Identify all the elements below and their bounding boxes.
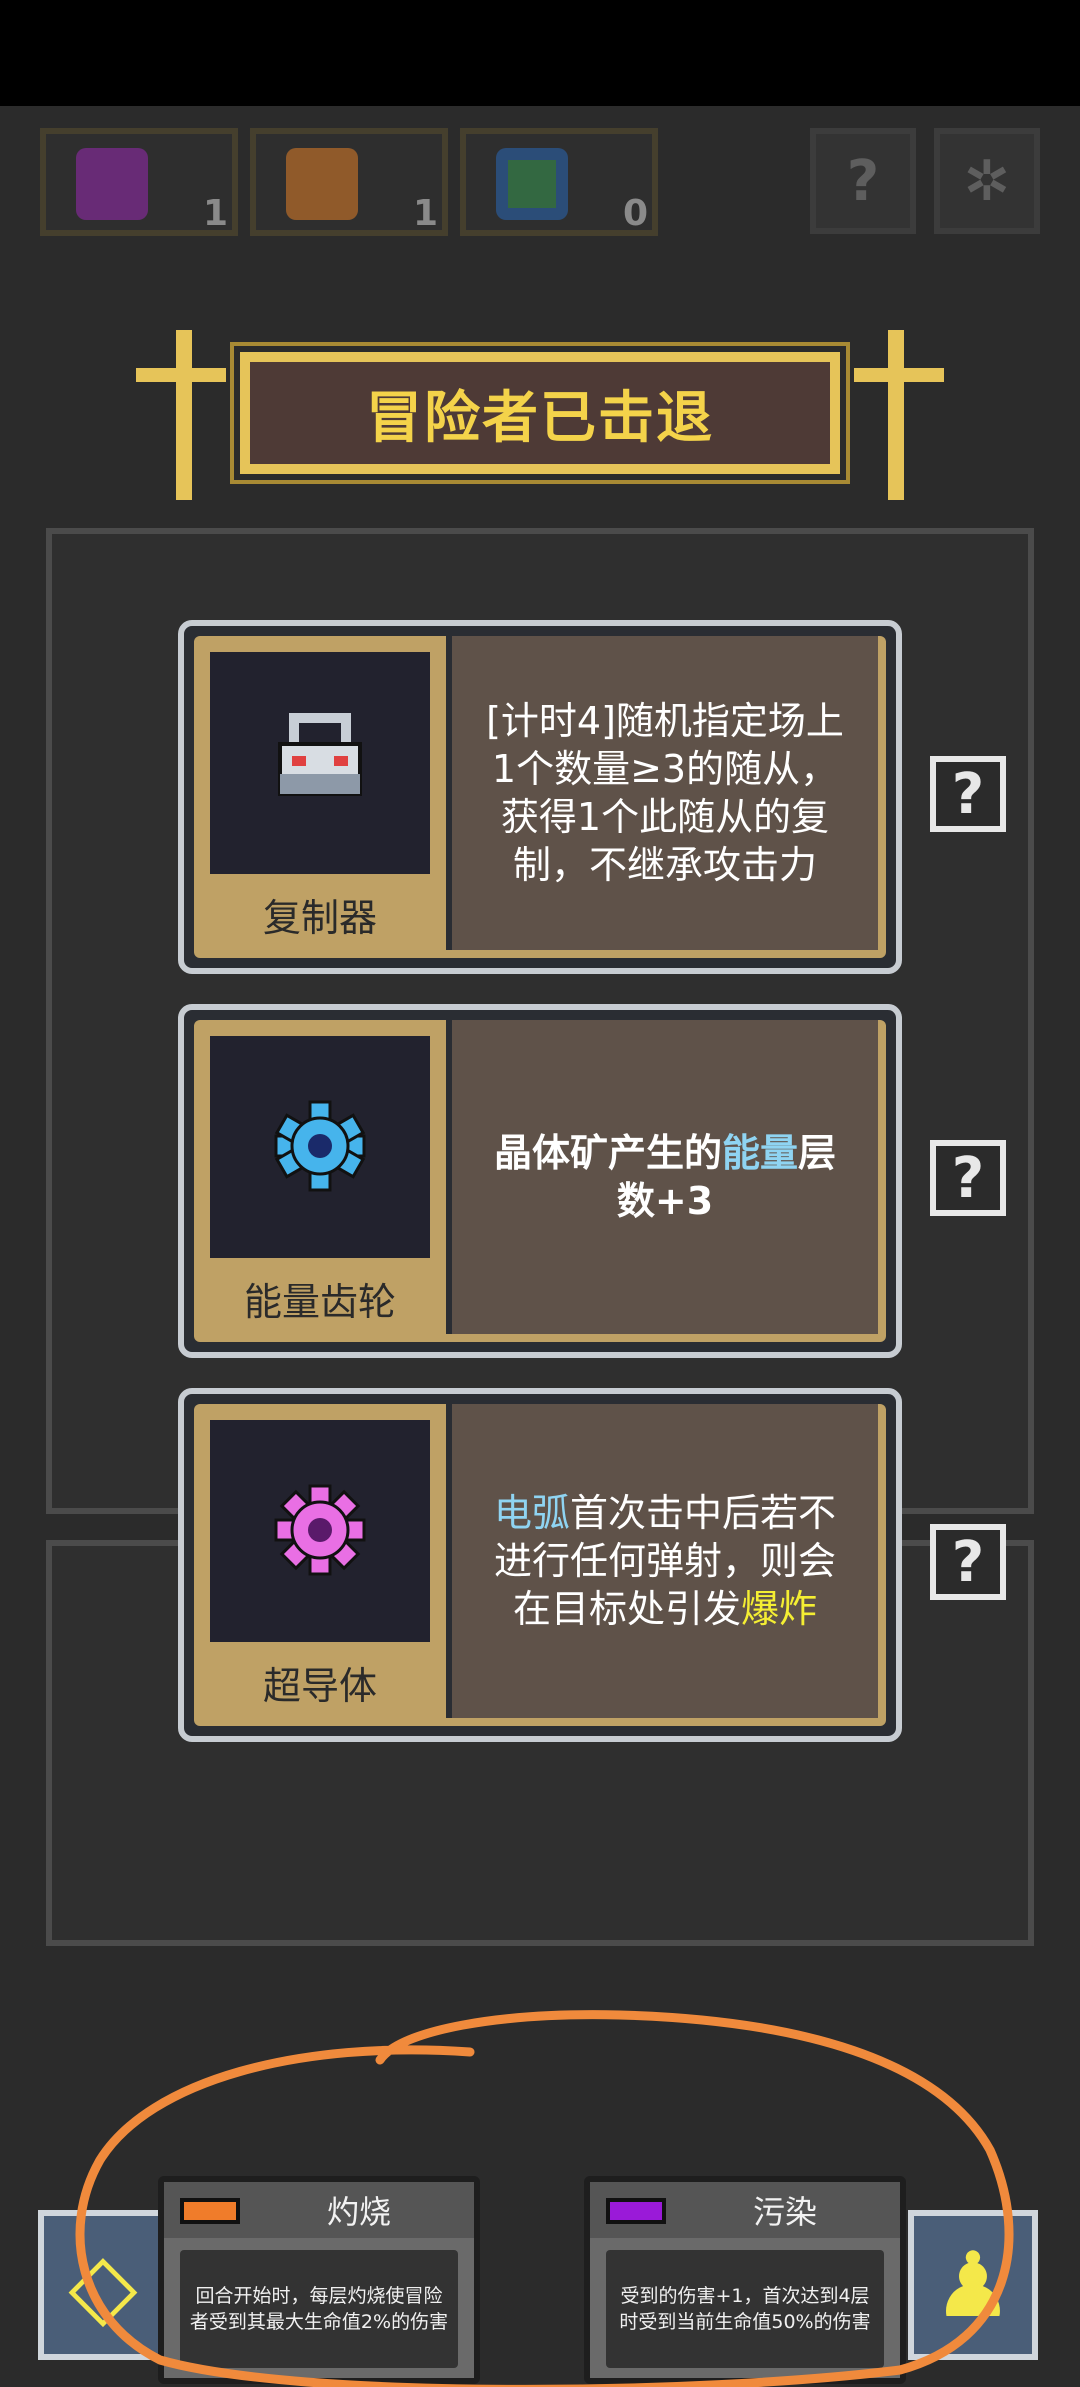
settings-button[interactable]: ✲ [934, 128, 1040, 234]
card-description: [计时4]随机指定场上1个数量≥3的随从，获得1个此随从的复制，不继承攻击力 [446, 636, 878, 950]
card-image [210, 1420, 430, 1642]
banner-post-left [176, 330, 192, 500]
blue-gear-icon [274, 1100, 366, 1192]
card-image [210, 652, 430, 874]
status-tooltip-pollution: 污染 受到的伤害+1，首次达到4层时受到当前生命值50%的伤害 [584, 2176, 906, 2384]
status-color-swatch [606, 2198, 666, 2224]
desc-text: 电弧首次击中后若不进行任何弹射，则会在目标处引发爆炸 [476, 1489, 854, 1633]
card-image [210, 1036, 430, 1258]
help-icon: ? [951, 1145, 985, 1211]
purple-skull-icon [76, 148, 148, 220]
resource-count: 1 [202, 193, 228, 234]
desc-segment: 晶体矿产生的 [493, 1131, 722, 1175]
card-name: 超导体 [262, 1663, 377, 1708]
help-icon: ? [951, 761, 985, 827]
card-description: 晶体矿产生的能量层数+3 [446, 1020, 878, 1334]
status-bar [0, 0, 1080, 106]
desc-keyword-arc: 电弧 [493, 1491, 570, 1535]
desc-text: 晶体矿产生的能量层数+3 [476, 1129, 854, 1225]
info-button-3[interactable]: ? [930, 1524, 1006, 1600]
help-icon: ? [951, 1529, 985, 1595]
status-color-swatch [180, 2198, 240, 2224]
green-ring-icon [496, 148, 568, 220]
banner-arm-right [854, 368, 944, 382]
desc-keyword-explosion: 爆炸 [741, 1587, 818, 1631]
resource-slot-ring[interactable]: 0 [460, 128, 658, 236]
title-banner: 冒险者已击退 [240, 352, 840, 474]
tooltip-title: 灼烧 [326, 2193, 391, 2231]
card-name: 能量齿轮 [243, 1279, 396, 1324]
status-tooltip-burn: 灼烧 回合开始时，每层灼烧使冒险者受到其最大生命值2%的伤害 [158, 2176, 480, 2384]
info-button-2[interactable]: ? [930, 1140, 1006, 1216]
resource-slot-curse[interactable]: 1 [40, 128, 238, 236]
fire-icon [286, 148, 358, 220]
banner-title: 冒险者已击退 [366, 385, 714, 451]
card-description: 电弧首次击中后若不进行任何弹射，则会在目标处引发爆炸 [446, 1404, 878, 1718]
pink-gear-icon [274, 1484, 366, 1576]
left-action-button[interactable]: ◇ [38, 2210, 168, 2360]
reward-card-duplicator[interactable]: 复制器 [计时4]随机指定场上1个数量≥3的随从，获得1个此随从的复制，不继承攻… [178, 620, 902, 974]
duplicator-icon [278, 713, 362, 796]
tag-icon: ◇ [68, 2232, 138, 2338]
resource-count: 0 [622, 193, 648, 234]
tooltip-body: 受到的伤害+1，首次达到4层时受到当前生命值50%的伤害 [606, 2250, 884, 2368]
tooltip-body: 回合开始时，每层灼烧使冒险者受到其最大生命值2%的伤害 [180, 2250, 458, 2368]
desc-text: [计时4]随机指定场上1个数量≥3的随从，获得1个此随从的复制，不继承攻击力 [486, 699, 844, 887]
help-button[interactable]: ? [810, 128, 916, 234]
desc-keyword-energy: 能量 [721, 1131, 798, 1175]
reward-card-energy-gear[interactable]: 能量齿轮 晶体矿产生的能量层数+3 [178, 1004, 902, 1358]
figure-icon: ♟ [932, 2232, 1014, 2338]
reward-card-superconductor[interactable]: 超导体 电弧首次击中后若不进行任何弹射，则会在目标处引发爆炸 [178, 1388, 902, 1742]
info-button-1[interactable]: ? [930, 756, 1006, 832]
resource-slot-fire[interactable]: 1 [250, 128, 448, 236]
banner-arm-left [136, 368, 226, 382]
right-action-button[interactable]: ♟ [908, 2210, 1038, 2360]
tooltip-title: 污染 [752, 2193, 817, 2231]
banner-post-right [888, 330, 904, 500]
card-name: 复制器 [262, 895, 377, 940]
resource-count: 1 [412, 193, 438, 234]
help-icon: ? [846, 148, 880, 214]
settings-icon: ✲ [963, 148, 1011, 214]
